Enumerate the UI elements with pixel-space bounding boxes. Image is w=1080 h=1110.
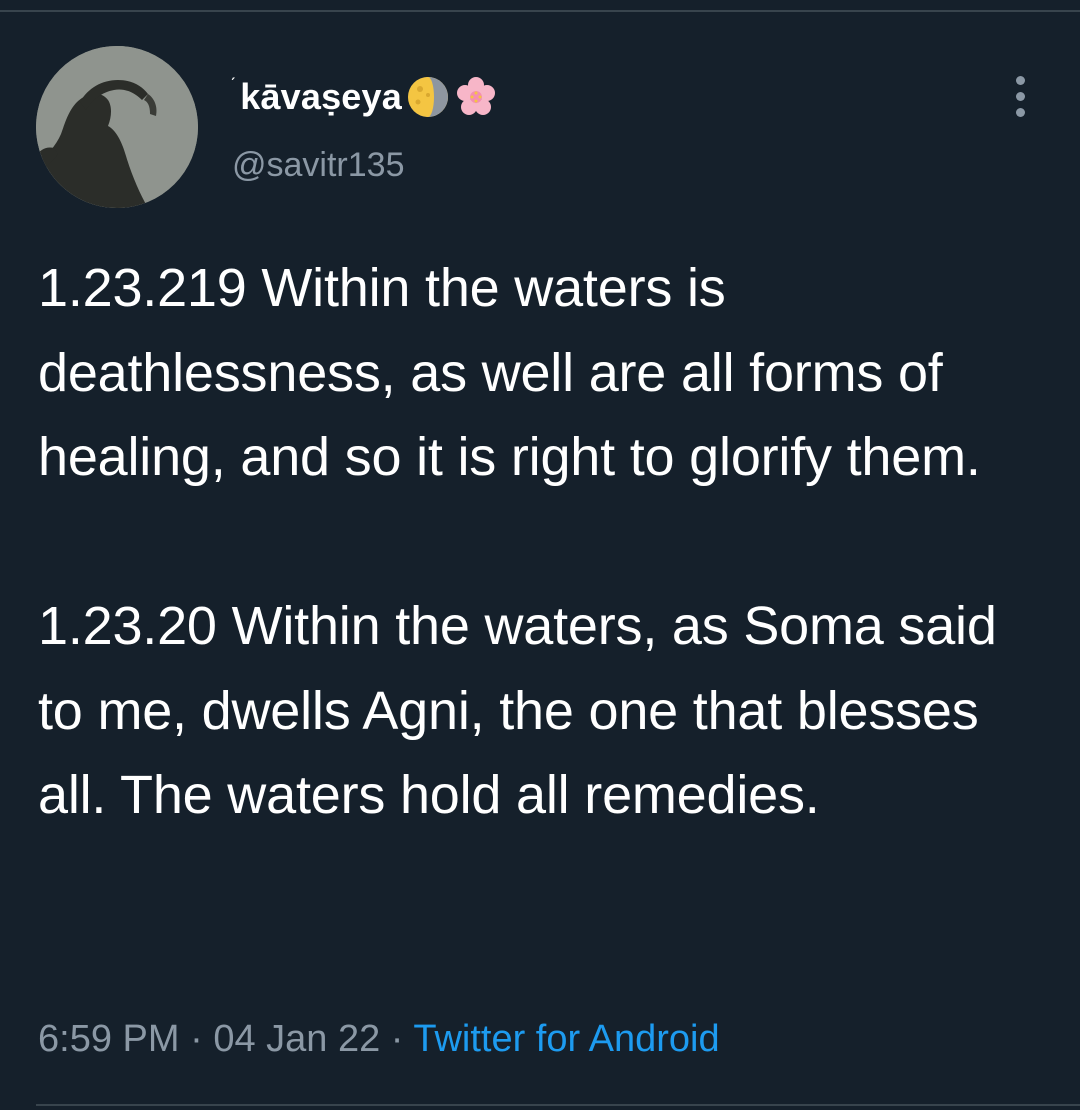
tweet-paragraph: 1.23.20 Within the waters, as Soma said … bbox=[38, 596, 997, 825]
user-handle[interactable]: @savitr135 bbox=[232, 146, 404, 185]
more-options-button[interactable] bbox=[1000, 70, 1040, 122]
more-icon-dot bbox=[1015, 107, 1025, 117]
more-icon-dot bbox=[1015, 91, 1025, 101]
tweet-source-link[interactable]: Twitter for Android bbox=[413, 1018, 719, 1060]
tweet-text: 1.23.219 Within the waters is deathlessn… bbox=[38, 246, 1048, 838]
avatar[interactable] bbox=[36, 46, 198, 208]
avatar-image bbox=[36, 46, 198, 208]
cherry-blossom-icon bbox=[456, 77, 495, 115]
tweet-time[interactable]: 6:59 PM bbox=[38, 1018, 180, 1060]
more-icon-dot bbox=[1015, 75, 1025, 85]
meta-separator: · bbox=[380, 1018, 414, 1060]
bottom-divider bbox=[36, 1104, 1080, 1106]
display-name-text: kāvaṣeya bbox=[240, 76, 402, 117]
tweet-paragraph: 1.23.219 Within the waters is deathlessn… bbox=[38, 258, 981, 487]
display-name[interactable]: ˊ kāvaṣeya bbox=[230, 72, 498, 122]
name-mark: ˊ bbox=[230, 74, 237, 95]
moon-icon bbox=[407, 77, 448, 117]
tweet-metadata: 6:59 PM · 04 Jan 22 · Twitter for Androi… bbox=[38, 1018, 720, 1061]
tweet-date[interactable]: 04 Jan 22 bbox=[213, 1018, 380, 1060]
meta-separator: · bbox=[179, 1018, 214, 1060]
top-divider bbox=[0, 10, 1080, 12]
